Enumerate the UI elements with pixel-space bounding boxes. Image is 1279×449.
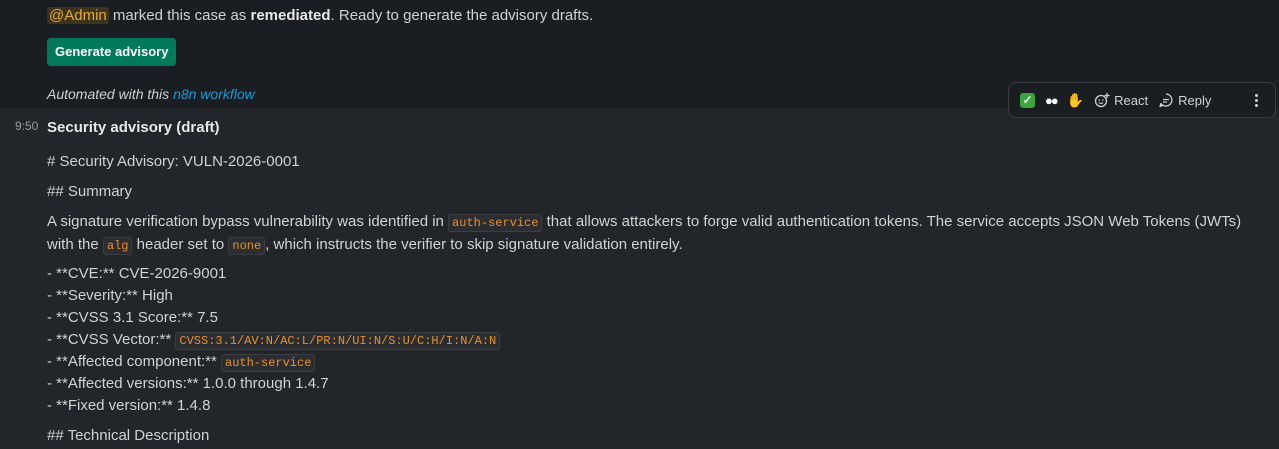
inline-code-auth-service: auth-service bbox=[448, 214, 543, 232]
automation-footer: Automated with this n8n workflow bbox=[47, 84, 255, 104]
react-hands-button[interactable]: ✋ bbox=[1062, 86, 1089, 114]
user-mention[interactable]: @Admin bbox=[47, 7, 109, 24]
notice-bold-word: remediated bbox=[250, 7, 331, 24]
react-eyes-button[interactable]: ●● bbox=[1040, 86, 1062, 114]
workflow-link[interactable]: n8n workflow bbox=[173, 86, 255, 102]
add-reaction-button[interactable]: React bbox=[1089, 86, 1153, 114]
list-item-vector: - **CVSS Vector:** CVSS:3.1/AV:N/AC:L/PR… bbox=[47, 330, 501, 351]
list-item-fixed: - **Fixed version:** 1.4.8 bbox=[47, 397, 211, 414]
summary-paragraph: A signature verification bypass vulnerab… bbox=[47, 211, 1267, 257]
list-item-score: - **CVSS 3.1 Score:** 7.5 bbox=[47, 309, 218, 326]
more-actions-button[interactable] bbox=[1243, 86, 1269, 114]
message-actions-toolbar: ✓ ●● ✋ React Reply bbox=[1008, 82, 1276, 118]
inline-code-alg: alg bbox=[102, 237, 133, 255]
white-check-mark-emoji-icon: ✓ bbox=[1020, 92, 1035, 108]
inline-code-cvss-vector: CVSS:3.1/AV:N/AC:L/PR:N/UI:N/S:U/C:H/I:N… bbox=[175, 332, 501, 350]
reply-icon bbox=[1159, 93, 1173, 108]
add-reaction-icon bbox=[1095, 93, 1110, 108]
more-actions-icon bbox=[1248, 93, 1264, 107]
component-label: - **Affected component:** bbox=[47, 353, 221, 370]
summary-text-4: , which instructs the verifier to skip s… bbox=[265, 236, 683, 253]
summary-heading: ## Summary bbox=[47, 183, 133, 200]
notice-text-after: . Ready to generate the advisory drafts. bbox=[330, 7, 594, 24]
summary-text-1: A signature verification bypass vulnerab… bbox=[47, 213, 449, 230]
summary-text-3: header set to bbox=[132, 236, 229, 253]
list-item-cve: - **CVE:** CVE-2026-9001 bbox=[47, 265, 227, 282]
reply-label: Reply bbox=[1178, 92, 1212, 108]
advisory-heading: # Security Advisory: VULN-2026-0001 bbox=[47, 153, 300, 170]
footer-prefix: Automated with this bbox=[47, 86, 174, 102]
technical-heading: ## Technical Description bbox=[47, 427, 210, 444]
react-label: React bbox=[1114, 92, 1149, 108]
raised-hands-emoji-icon: ✋ bbox=[1066, 91, 1085, 108]
vector-label: - **CVSS Vector:** bbox=[47, 331, 176, 348]
generate-advisory-button[interactable]: Generate advisory bbox=[47, 38, 177, 66]
notice-text-before: marked this case as bbox=[108, 7, 251, 24]
list-item-versions: - **Affected versions:** 1.0.0 through 1… bbox=[47, 375, 329, 392]
list-item-component: - **Affected component:** auth-service bbox=[47, 352, 316, 373]
eyes-emoji-icon: ●● bbox=[1045, 92, 1059, 108]
react-check-button[interactable]: ✓ bbox=[1015, 86, 1040, 114]
list-item-severity: - **Severity:** High bbox=[47, 287, 173, 304]
message-title: Security advisory (draft) bbox=[47, 119, 220, 136]
inline-code-none: none bbox=[228, 237, 266, 255]
message-timestamp[interactable]: 9:50 bbox=[15, 119, 38, 133]
remediated-notice: @Admin marked this case as remediated. R… bbox=[47, 6, 593, 26]
inline-code-component: auth-service bbox=[221, 354, 316, 372]
reply-button[interactable]: Reply bbox=[1153, 86, 1216, 114]
